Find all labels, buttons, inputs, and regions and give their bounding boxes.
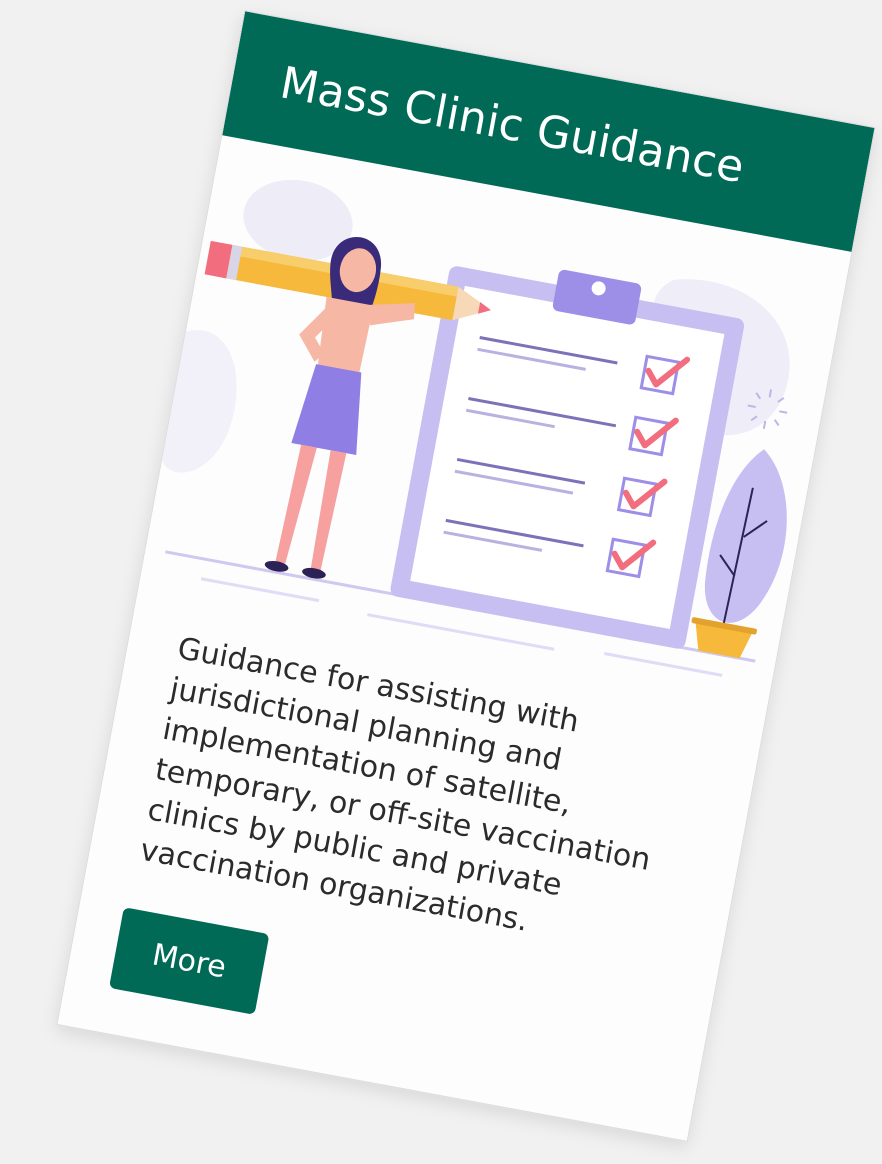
- background-blob: [162, 330, 237, 473]
- guidance-card: Mass Clinic Guidance Guidance for assist…: [56, 10, 876, 1142]
- page: Mass Clinic Guidance Guidance for assist…: [0, 0, 882, 1164]
- ground-dash: [200, 577, 320, 603]
- ground-dash: [603, 652, 723, 677]
- more-button[interactable]: More: [108, 907, 270, 1015]
